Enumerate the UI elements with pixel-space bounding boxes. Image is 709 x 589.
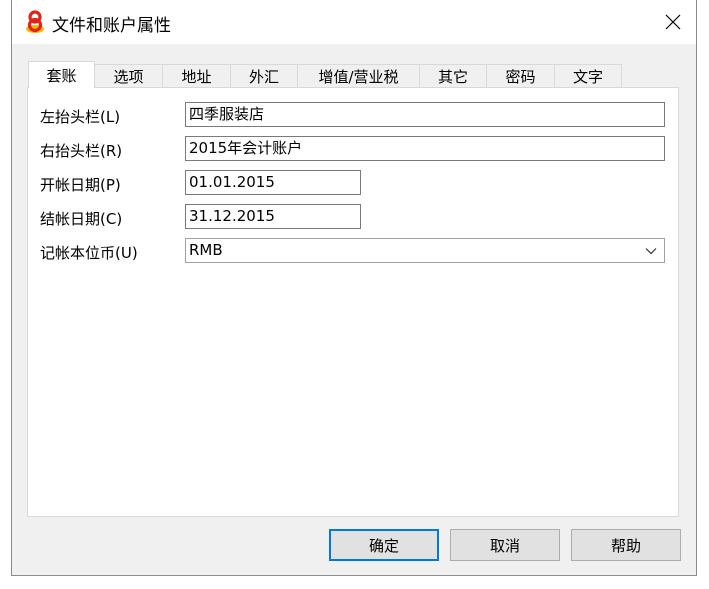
currency-select-value: RMB [189,241,223,259]
right-header-label: 右抬头栏(R) [40,142,123,160]
ok-button[interactable]: 确定 [329,529,439,561]
close-icon [665,14,681,30]
window-title: 文件和账户属性 [52,16,171,36]
left-header-input[interactable]: 四季服装店 [185,102,665,127]
tab-options[interactable]: 选项 [95,64,163,88]
tab-other[interactable]: 其它 [420,64,487,88]
title-bar: 文件和账户属性 [11,0,697,44]
currency-label: 记帐本位币(U) [40,244,138,262]
tab-address[interactable]: 地址 [163,64,231,88]
close-date-label: 结帐日期(C) [40,210,123,228]
chevron-down-icon [645,247,657,254]
tab-text[interactable]: 文字 [555,64,622,88]
tab-password[interactable]: 密码 [487,64,555,88]
cancel-button[interactable]: 取消 [450,529,560,561]
open-date-input[interactable]: 01.01.2015 [185,170,361,195]
help-button[interactable]: 帮助 [571,529,681,561]
close-button[interactable] [650,0,696,44]
left-header-label: 左抬头栏(L) [40,108,121,126]
app-logo-icon [26,10,44,33]
tab-vat-sales-tax[interactable]: 增值/营业税 [298,64,420,88]
tab-account-set[interactable]: 套账 [28,61,95,88]
close-date-input[interactable]: 31.12.2015 [185,204,361,229]
right-header-input[interactable]: 2015年会计账户 [185,136,665,161]
tab-foreign-currency[interactable]: 外汇 [231,64,298,88]
currency-select[interactable]: RMB [185,238,665,263]
open-date-label: 开帐日期(P) [40,176,121,194]
tab-strip: 套账 选项 地址 外汇 增值/营业税 其它 密码 文字 [28,61,622,88]
